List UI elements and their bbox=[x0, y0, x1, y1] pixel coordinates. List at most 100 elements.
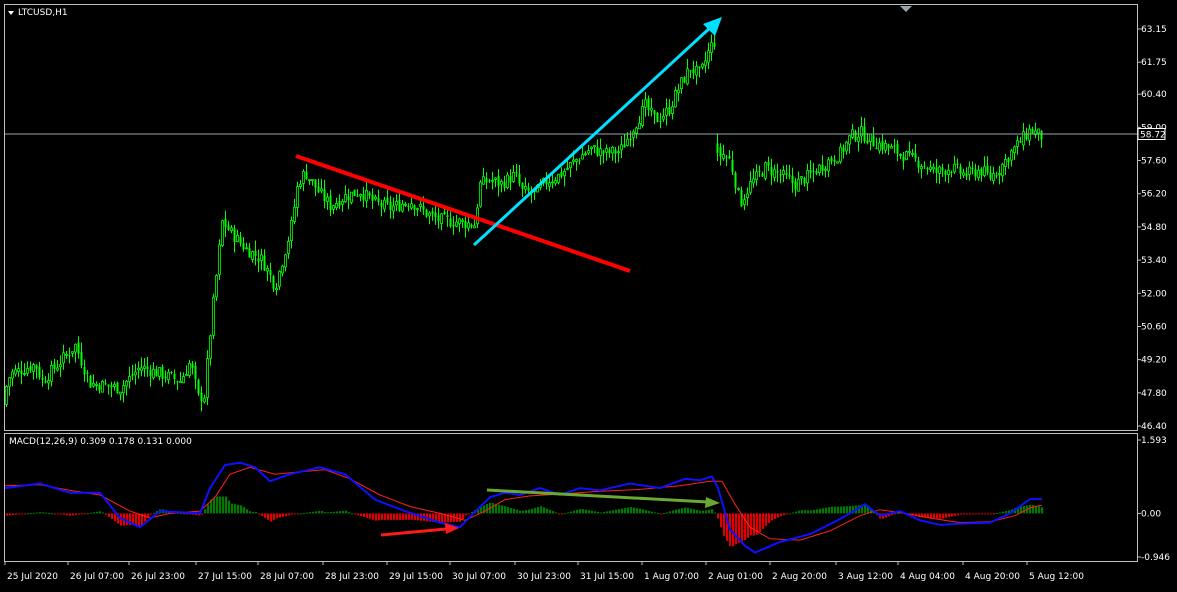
macd-histogram-bar bbox=[363, 513, 366, 518]
candle-body bbox=[1013, 146, 1016, 154]
candle-body bbox=[782, 170, 785, 175]
candle-body bbox=[971, 168, 974, 170]
candle-body bbox=[896, 144, 899, 154]
candle-body bbox=[1001, 163, 1004, 177]
macd-lines bbox=[4, 461, 1043, 554]
macd-histogram-bar bbox=[393, 513, 396, 520]
candle-body bbox=[461, 219, 464, 222]
candle-body bbox=[635, 127, 638, 134]
symbol-dropdown-icon[interactable] bbox=[8, 11, 14, 15]
macd-histogram-bar bbox=[774, 513, 777, 519]
candle-body bbox=[92, 382, 95, 387]
chart-shift-marker-icon[interactable] bbox=[900, 6, 912, 12]
macd-histogram-bar bbox=[822, 508, 825, 514]
macd-histogram-bar bbox=[1002, 511, 1005, 514]
candle-body bbox=[743, 199, 746, 205]
macd-histogram-bar bbox=[552, 511, 555, 514]
macd-histogram-bar bbox=[312, 511, 315, 514]
candle-body bbox=[518, 173, 521, 184]
macd-histogram-bar bbox=[306, 512, 309, 514]
candle-body bbox=[785, 172, 788, 175]
macd-histogram-bar bbox=[264, 513, 267, 518]
candle-body bbox=[440, 213, 443, 224]
macd-histogram-bar bbox=[90, 512, 93, 514]
time-tick-label: 29 Jul 15:00 bbox=[389, 572, 443, 582]
candle-body bbox=[848, 135, 851, 145]
candle-body bbox=[962, 172, 965, 176]
candle-body bbox=[23, 373, 26, 375]
candle-body bbox=[95, 383, 98, 386]
candle-body bbox=[248, 247, 251, 258]
candle-body bbox=[620, 144, 623, 151]
candle-body bbox=[401, 203, 404, 212]
uptrend-arrow-shaft[interactable] bbox=[472, 24, 714, 247]
macd-histogram-bar bbox=[972, 513, 975, 515]
candle-body bbox=[476, 207, 479, 225]
macd-histogram-bar bbox=[531, 508, 534, 514]
candle-body bbox=[992, 173, 995, 182]
candle-body bbox=[275, 287, 278, 291]
candle-body bbox=[923, 165, 926, 167]
candle-body bbox=[179, 381, 182, 383]
time-tick-label: 2 Aug 01:00 bbox=[708, 572, 763, 582]
macd-histogram-bar bbox=[465, 513, 468, 516]
candle-body bbox=[719, 147, 722, 157]
macd-histogram-bar bbox=[357, 513, 360, 516]
macd-histogram-bar bbox=[450, 513, 453, 523]
candle-body bbox=[926, 167, 929, 170]
macd-histogram-bar bbox=[615, 509, 618, 514]
candle-body bbox=[740, 189, 743, 207]
macd-histogram-bar bbox=[537, 507, 540, 514]
macd-histogram-bar bbox=[702, 510, 705, 514]
candle-body bbox=[908, 150, 911, 153]
candle-body bbox=[407, 206, 410, 208]
macd-histogram-bar bbox=[717, 513, 720, 519]
candle-body bbox=[617, 151, 620, 154]
macd-histogram-bar bbox=[939, 513, 942, 519]
macd-histogram-bar bbox=[222, 496, 225, 514]
macd-histogram-bar bbox=[381, 513, 384, 520]
candle-body bbox=[203, 397, 206, 403]
candle-body bbox=[947, 169, 950, 175]
time-tick-label: 31 Jul 15:00 bbox=[580, 572, 634, 582]
macd-histogram-bar bbox=[270, 513, 273, 522]
candle-body bbox=[356, 195, 359, 197]
candle-body bbox=[11, 371, 14, 379]
candle-body bbox=[389, 201, 392, 210]
macd-histogram-arrow-shaft[interactable] bbox=[380, 527, 447, 537]
macd-histogram-bar bbox=[630, 506, 633, 514]
time-tick-label: 27 Jul 15:00 bbox=[198, 572, 252, 582]
candle-body bbox=[563, 170, 566, 177]
downtrend-line[interactable] bbox=[295, 154, 631, 273]
candle-body bbox=[116, 382, 119, 394]
candle-body bbox=[629, 138, 632, 140]
candle-body bbox=[980, 168, 983, 176]
macd-histogram-bar bbox=[708, 509, 711, 514]
macd-histogram-bar bbox=[687, 507, 690, 514]
macd-tick-label: -0.946 bbox=[1141, 553, 1170, 563]
candle-body bbox=[35, 365, 38, 369]
candle-body bbox=[1031, 129, 1034, 134]
macd-histogram-bar bbox=[999, 512, 1002, 514]
candle-body bbox=[158, 367, 161, 377]
candle-body bbox=[200, 392, 203, 402]
macd-histogram-bar bbox=[6, 513, 9, 516]
candle-body bbox=[1040, 130, 1043, 140]
macd-histogram-bar bbox=[954, 513, 957, 516]
macd-histogram-bar bbox=[768, 513, 771, 523]
candle-body bbox=[347, 196, 350, 200]
macd-histogram-bar bbox=[372, 513, 375, 520]
candle-body bbox=[254, 250, 257, 257]
macd-histogram-bar bbox=[288, 513, 291, 516]
chart-canvas[interactable]: LTCUSD,H1 MACD(12,26,9) 0.309 0.178 0.13… bbox=[0, 0, 1177, 588]
candle-body bbox=[734, 172, 737, 189]
macd-histogram-bar bbox=[12, 513, 15, 515]
candle-body bbox=[614, 149, 617, 154]
macd-histogram-bar bbox=[711, 509, 714, 514]
candle-body bbox=[431, 211, 434, 214]
macd-histogram-bar bbox=[45, 512, 48, 514]
macd-histogram-bar bbox=[318, 510, 321, 514]
candle-body bbox=[653, 110, 656, 115]
candle-body bbox=[467, 222, 470, 229]
macd-histogram-bar bbox=[516, 509, 519, 514]
